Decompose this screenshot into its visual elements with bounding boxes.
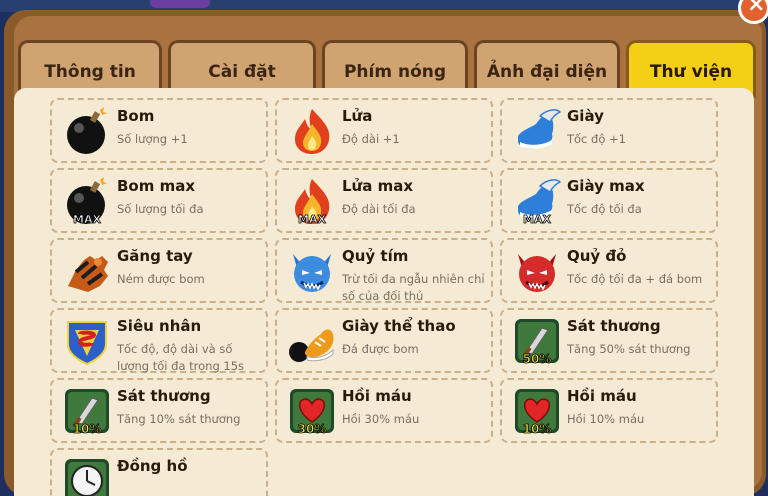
purple-devil-icon bbox=[287, 246, 337, 296]
sneaker-icon bbox=[287, 316, 337, 366]
svg-text:MAX: MAX bbox=[298, 213, 326, 226]
item-description: Tốc độ, độ dài và số lượng tối đa trong … bbox=[117, 342, 245, 373]
heart-icon: 10% bbox=[512, 386, 562, 436]
library-item[interactable]: 30% Hồi máu Hồi 30% máu bbox=[275, 378, 493, 443]
item-description: Số lượng +1 bbox=[117, 132, 188, 146]
svg-text:10%: 10% bbox=[523, 422, 552, 436]
item-description: Tăng 10% sát thương bbox=[117, 412, 241, 426]
superman-shield-icon bbox=[62, 316, 112, 366]
library-item[interactable]: Bom Số lượng +1 bbox=[50, 98, 268, 163]
item-description: Hồi 30% máu bbox=[342, 412, 420, 426]
library-item[interactable]: 10% Sát thương Tăng 10% sát thương bbox=[50, 378, 268, 443]
item-name: Hồi máu bbox=[567, 387, 637, 405]
item-name: Sát thương bbox=[567, 317, 661, 335]
fire-max-icon: MAX bbox=[287, 176, 337, 226]
item-name: Quỷ đỏ bbox=[567, 247, 627, 265]
heart-icon: 30% bbox=[287, 386, 337, 436]
svg-text:30%: 30% bbox=[298, 422, 327, 436]
library-item[interactable]: Găng tay Ném được bom bbox=[50, 238, 268, 303]
item-description: Đá được bom bbox=[342, 342, 419, 356]
item-name: Đồng hồ bbox=[117, 457, 188, 475]
library-panel: Bom Số lượng +1 Lửa Độ dài +1 Giày Tốc độ +1 M… bbox=[14, 88, 754, 496]
library-item[interactable]: Siêu nhân Tốc độ, độ dài và số lượng tối … bbox=[50, 308, 268, 373]
item-name: Lửa bbox=[342, 107, 373, 125]
item-description: Trừ tối đa ngẫu nhiên chỉ số của đối thủ bbox=[342, 272, 485, 303]
svg-text:MAX: MAX bbox=[523, 213, 551, 226]
item-name: Siêu nhân bbox=[117, 317, 202, 335]
svg-text:MAX: MAX bbox=[73, 213, 101, 226]
item-description: Số lượng tối đa bbox=[117, 202, 204, 216]
item-name: Bom max bbox=[117, 177, 196, 195]
library-item[interactable]: Quỷ tím Trừ tối đa ngẫu nhiên chỉ số của … bbox=[275, 238, 493, 303]
library-item[interactable]: MAX Bom max Số lượng tối đa bbox=[50, 168, 268, 233]
item-name: Giày bbox=[567, 107, 604, 125]
item-name: Găng tay bbox=[117, 247, 193, 265]
item-description: Tốc độ +1 bbox=[567, 132, 626, 146]
library-item[interactable]: MAX Giày max Tốc độ tối đa bbox=[500, 168, 718, 233]
background-decoration bbox=[150, 0, 210, 8]
item-name: Bom bbox=[117, 107, 155, 125]
library-item[interactable]: 50% Sát thương Tăng 50% sát thương bbox=[500, 308, 718, 373]
item-description: Độ dài tối đa bbox=[342, 202, 416, 216]
item-name: Giày max bbox=[567, 177, 645, 195]
library-item[interactable]: MAX Lửa max Độ dài tối đa bbox=[275, 168, 493, 233]
library-item[interactable]: Đồng hồ bbox=[50, 448, 268, 496]
library-item[interactable]: Lửa Độ dài +1 bbox=[275, 98, 493, 163]
item-name: Lửa max bbox=[342, 177, 414, 195]
item-name: Hồi máu bbox=[342, 387, 412, 405]
svg-text:50%: 50% bbox=[523, 352, 552, 366]
bomb-icon bbox=[62, 106, 112, 156]
sword-icon: 10% bbox=[62, 386, 112, 436]
glove-icon bbox=[62, 246, 112, 296]
svg-text:10%: 10% bbox=[73, 422, 102, 436]
library-item[interactable]: Giày Tốc độ +1 bbox=[500, 98, 718, 163]
item-description: Tăng 50% sát thương bbox=[567, 342, 691, 356]
clock-icon bbox=[62, 456, 112, 496]
sword-icon: 50% bbox=[512, 316, 562, 366]
bomb-max-icon: MAX bbox=[62, 176, 112, 226]
red-devil-icon bbox=[512, 246, 562, 296]
item-description: Hồi 10% máu bbox=[567, 412, 645, 426]
library-item[interactable]: 10% Hồi máu Hồi 10% máu bbox=[500, 378, 718, 443]
item-name: Quỷ tím bbox=[342, 247, 409, 265]
item-name: Sát thương bbox=[117, 387, 211, 405]
item-description: Tốc độ tối đa bbox=[567, 202, 642, 216]
shoe-icon bbox=[512, 106, 562, 156]
item-description: Tốc độ tối đa + đá bom bbox=[567, 272, 703, 286]
library-item[interactable]: Quỷ đỏ Tốc độ tối đa + đá bom bbox=[500, 238, 718, 303]
item-description: Độ dài +1 bbox=[342, 132, 400, 146]
library-item[interactable]: Giày thể thao Đá được bom bbox=[275, 308, 493, 373]
fire-icon bbox=[287, 106, 337, 156]
shoe-max-icon: MAX bbox=[512, 176, 562, 226]
item-name: Giày thể thao bbox=[342, 317, 456, 335]
item-description: Ném được bom bbox=[117, 272, 205, 286]
